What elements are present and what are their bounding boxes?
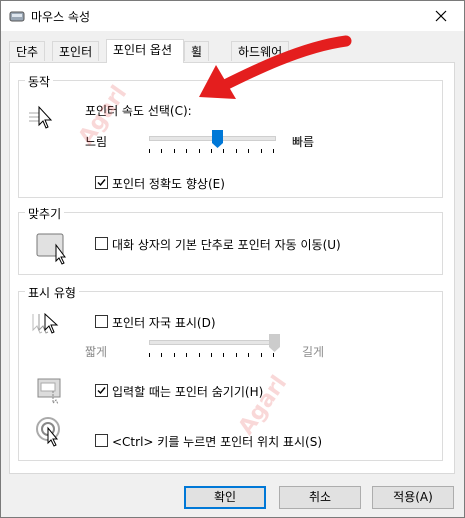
trails-label: 포인터 자국 표시(D) bbox=[112, 316, 216, 330]
pointer-speed-slider[interactable] bbox=[149, 130, 276, 156]
slider-tick bbox=[236, 353, 237, 357]
snap-to-group: 맞추기 대화 상자의 기본 단추로 포인터 자동 이동(U) bbox=[18, 205, 443, 275]
slider-tick bbox=[199, 149, 200, 153]
slider-tick bbox=[273, 149, 274, 153]
slider-tick bbox=[149, 353, 150, 357]
slider-tick bbox=[223, 149, 224, 153]
close-button[interactable] bbox=[418, 1, 464, 31]
slider-tick bbox=[161, 353, 162, 357]
mouse-properties-window: 마우스 속성 단추 포인터 포인터 옵션 휠 하드웨어 동작 포인터 속도 선택… bbox=[0, 0, 465, 518]
tab-pointer-options[interactable]: 포인터 옵션 bbox=[106, 39, 184, 63]
snap-default-button-icon bbox=[36, 233, 70, 268]
window-title: 마우스 속성 bbox=[31, 10, 91, 24]
cancel-button[interactable]: 취소 bbox=[279, 486, 361, 509]
slider-tick bbox=[174, 353, 175, 357]
slider-tick bbox=[186, 353, 187, 357]
snap-checkbox[interactable] bbox=[95, 237, 108, 250]
tab-buttons[interactable]: 단추 bbox=[9, 41, 46, 61]
apply-button[interactable]: 적용(A) bbox=[372, 486, 454, 509]
visibility-group: 표시 유형 포인터 자국 표시(D) 짧게 길게 입력할 때는 포인터 숨기기(… bbox=[18, 284, 443, 461]
speed-fast-label: 빠름 bbox=[292, 135, 315, 149]
hide-pointer-icon bbox=[37, 375, 67, 408]
pointer-options-panel: 동작 포인터 속도 선택(C): 느림 빠름 포인터 정확도 향상(E) 맞추기… bbox=[9, 62, 455, 474]
snap-label: 대화 상자의 기본 단추로 포인터 자동 이동(U) bbox=[112, 238, 341, 252]
speed-slow-label: 느림 bbox=[85, 135, 108, 149]
show-location-icon bbox=[35, 416, 67, 451]
pointer-speed-label: 포인터 속도 선택(C): bbox=[85, 104, 192, 118]
ctrl-locate-label: <Ctrl> 키를 누르면 포인터 위치 표시(S) bbox=[112, 435, 322, 449]
ok-button[interactable]: 확인 bbox=[184, 486, 266, 509]
slider-tick bbox=[211, 353, 212, 357]
slider-track bbox=[149, 340, 276, 345]
slider-tick bbox=[186, 149, 187, 153]
precision-checkbox[interactable] bbox=[95, 176, 108, 189]
ctrl-locate-checkbox[interactable] bbox=[95, 434, 108, 447]
slider-tick bbox=[248, 149, 249, 153]
visibility-legend: 표시 유형 bbox=[25, 284, 79, 301]
motion-legend: 동작 bbox=[25, 73, 54, 90]
hide-while-typing-label: 입력할 때는 포인터 숨기기(H) bbox=[112, 385, 264, 399]
trails-short-label: 짧게 bbox=[85, 345, 108, 359]
close-icon bbox=[435, 10, 447, 22]
hide-while-typing-checkbox[interactable] bbox=[95, 384, 108, 397]
check-icon bbox=[97, 387, 106, 395]
slider-tick bbox=[161, 149, 162, 153]
slider-tick bbox=[236, 149, 237, 153]
slider-tick bbox=[261, 353, 262, 357]
slider-thumb[interactable] bbox=[212, 130, 223, 148]
snap-legend: 맞추기 bbox=[25, 205, 65, 222]
slider-tick bbox=[211, 149, 212, 153]
slider-tick bbox=[149, 149, 150, 153]
slider-tick bbox=[174, 149, 175, 153]
slider-tick bbox=[248, 353, 249, 357]
pointer-speed-icon bbox=[29, 105, 59, 134]
trails-long-label: 길게 bbox=[302, 345, 325, 359]
precision-label: 포인터 정확도 향상(E) bbox=[112, 177, 225, 191]
tab-pointers[interactable]: 포인터 bbox=[52, 41, 100, 61]
pointer-trails-icon bbox=[31, 310, 65, 341]
slider-tick bbox=[261, 149, 262, 153]
trails-checkbox[interactable] bbox=[95, 315, 108, 328]
slider-thumb[interactable] bbox=[269, 334, 280, 352]
trails-length-slider[interactable] bbox=[149, 334, 280, 360]
check-icon bbox=[97, 179, 106, 187]
slider-tick bbox=[223, 353, 224, 357]
annotation-arrow bbox=[199, 35, 352, 99]
slider-tick bbox=[199, 353, 200, 357]
slider-tick bbox=[273, 353, 274, 357]
mouse-icon bbox=[9, 9, 25, 23]
